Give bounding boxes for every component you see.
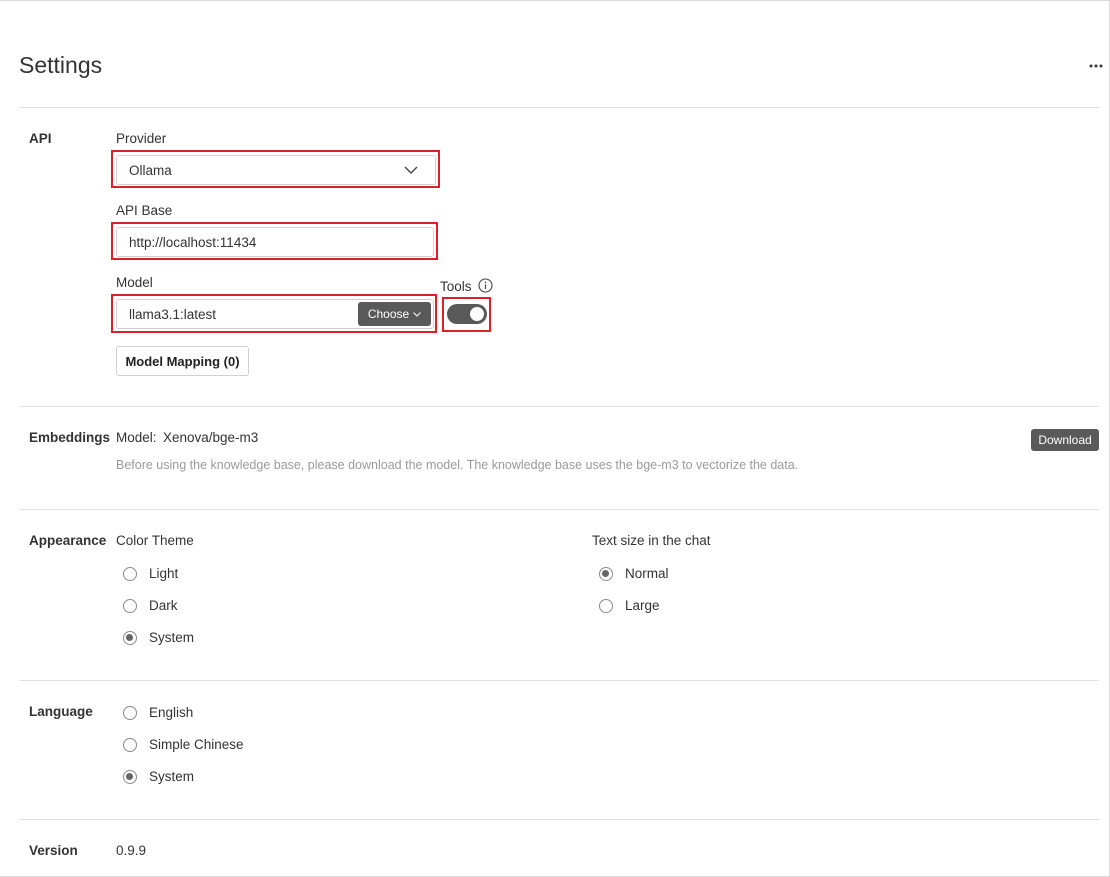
radio-label: System [149,630,195,645]
divider [19,509,1099,510]
embeddings-model-prefix: Model: [116,430,157,445]
more-options-icon[interactable] [1086,56,1106,76]
embeddings-model-name: Xenova/bge-m3 [163,430,259,445]
section-label-api: API [29,131,52,146]
divider [19,107,1099,108]
section-label-appearance: Appearance [29,533,107,548]
tools-label: Tools [440,279,472,294]
text-size-radio-large[interactable]: Large [599,598,660,613]
section-label-language: Language [29,704,93,719]
radio-label: English [149,705,194,720]
toggle-knob [470,307,484,321]
choose-model-button[interactable]: Choose [358,302,431,326]
radio-circle [123,705,137,720]
text-size-label: Text size in the chat [592,533,711,548]
radio-label: Light [149,566,179,581]
version-value: 0.9.9 [116,843,147,858]
radio-label: Dark [149,598,178,613]
language-radio-system[interactable]: System [123,769,194,784]
api-base-input[interactable] [116,227,434,257]
choose-button-label: Choose [367,307,410,321]
language-radio-english[interactable]: English [123,705,193,720]
radio-circle [123,566,137,581]
radio-circle [123,598,137,613]
divider [19,680,1099,681]
radio-circle [599,566,613,581]
color-theme-label: Color Theme [116,533,194,548]
info-icon[interactable] [478,278,493,293]
divider [19,819,1099,820]
radio-circle [123,630,137,645]
provider-select[interactable]: Ollama [116,155,436,185]
api-base-label: API Base [116,203,173,218]
page-title: Settings [19,52,103,78]
section-label-version: Version [29,843,78,858]
language-radio-simple-chinese[interactable]: Simple Chinese [123,737,244,752]
chevron-down-icon [413,311,422,317]
tools-toggle[interactable] [447,304,487,324]
radio-circle [599,598,613,613]
model-label: Model [116,275,153,290]
text-size-radio-normal[interactable]: Normal [599,566,669,581]
theme-radio-system[interactable]: System [123,630,194,645]
top-border [0,0,1110,1]
provider-select-value: Ollama [129,162,172,178]
theme-radio-light[interactable]: Light [123,566,178,581]
radio-circle [123,769,137,784]
download-button[interactable]: Download [1031,429,1099,451]
model-mapping-button[interactable]: Model Mapping (0) [116,346,249,376]
theme-radio-dark[interactable]: Dark [123,598,178,613]
radio-label: Large [625,598,660,613]
radio-label: Normal [625,566,669,581]
provider-label: Provider [116,131,167,146]
radio-label: System [149,769,195,784]
embeddings-description: Before using the knowledge base, please … [116,458,799,472]
radio-circle [123,737,137,752]
radio-label: Simple Chinese [149,737,244,752]
section-label-embeddings: Embeddings [29,430,111,445]
divider [19,406,1099,407]
chevron-down-icon [401,160,421,180]
